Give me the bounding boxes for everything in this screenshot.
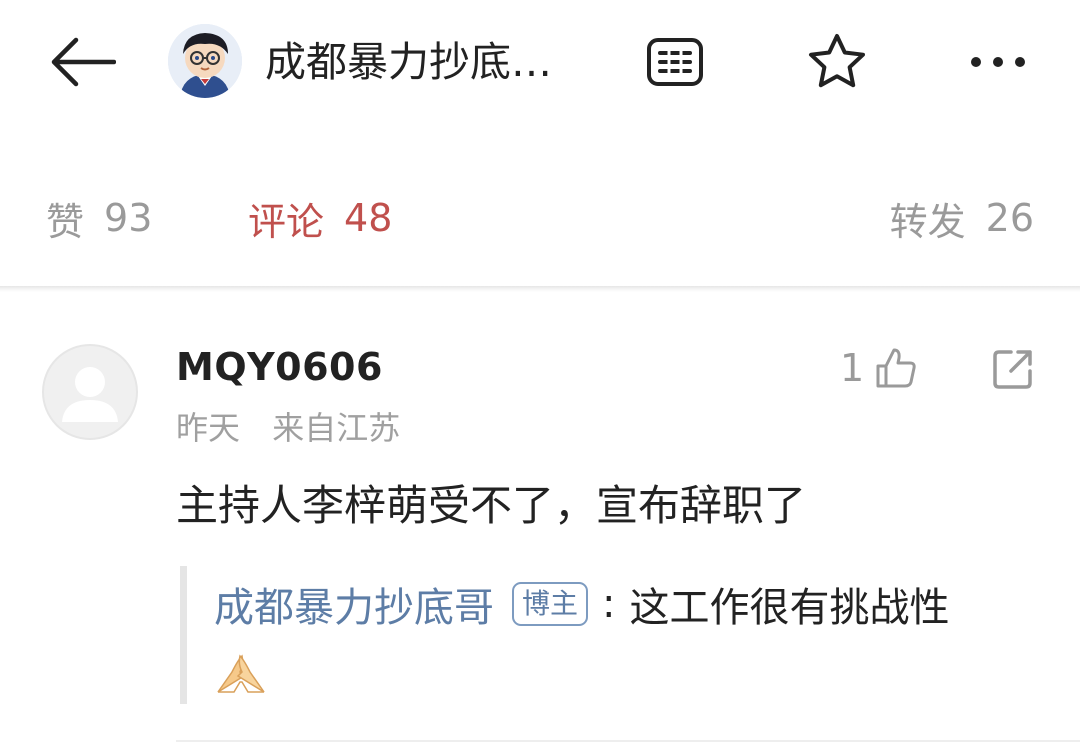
tab-likes[interactable]: 赞 93 — [46, 180, 152, 256]
blogger-badge: 博主 — [512, 582, 589, 626]
more-button[interactable] — [966, 30, 1030, 94]
comment-text: 主持人李梓萌受不了，宣布辞职了 — [176, 481, 807, 530]
comment-like-count: 1 — [840, 346, 865, 390]
commenter-avatar[interactable] — [42, 344, 138, 440]
page-title[interactable]: 成都暴力抄底… — [265, 36, 595, 88]
avatar-image — [168, 24, 242, 98]
comment-share-button[interactable] — [988, 344, 1038, 394]
reader-mode-button[interactable] — [643, 30, 707, 94]
pray-hands-icon — [217, 654, 265, 693]
pray-hands-emoji — [214, 652, 268, 696]
tab-reposts[interactable]: 转发 26 — [890, 180, 1034, 256]
tab-likes-count: 93 — [104, 196, 153, 240]
comment-divider — [176, 740, 1080, 742]
more-dots-icon — [971, 57, 1025, 67]
reply-author[interactable]: 成都暴力抄底哥 — [214, 575, 494, 633]
reply-text: 这工作很有挑战性 — [629, 585, 950, 631]
thumbs-up-icon — [876, 348, 916, 388]
reply-quote-bar — [180, 566, 187, 704]
share-external-icon — [993, 350, 1032, 389]
interaction-tabs: 赞 93 评论 48 转发 26 — [0, 180, 1080, 256]
commenter-username[interactable]: MQY0606 — [176, 342, 383, 392]
reader-mode-icon — [647, 38, 703, 86]
blogger-avatar[interactable] — [168, 24, 242, 98]
tab-comments-count: 48 — [344, 196, 393, 240]
reply-line: 成都暴力抄底哥 博主 : 这工作很有挑战性 — [214, 574, 950, 634]
back-button[interactable] — [50, 30, 122, 94]
section-divider — [0, 286, 1080, 292]
tab-comments[interactable]: 评论 48 — [248, 180, 392, 256]
comment-item: MQY0606 1 昨天 来自江苏 主持人李梓萌受不了，宣布辞职了 成都暴力抄底… — [0, 300, 1080, 751]
tab-comments-label: 评论 — [248, 199, 325, 244]
blogger-reply[interactable]: 成都暴力抄底哥 博主 : 这工作很有挑战性 — [180, 566, 1050, 706]
weibo-comment-screen: 成都暴力抄底… 赞 93 评论 48 转发 26 MQY0606 1 昨天 来自… — [0, 0, 1080, 751]
tab-likes-label: 赞 — [46, 199, 85, 244]
star-icon — [809, 34, 865, 88]
comment-meta: 昨天 来自江苏 — [176, 406, 400, 450]
default-user-icon — [62, 367, 118, 422]
tab-reposts-label: 转发 — [889, 199, 966, 244]
top-bar: 成都暴力抄底… — [0, 0, 1080, 130]
favorite-button[interactable] — [805, 30, 869, 94]
comment-time: 昨天 — [176, 409, 241, 447]
reply-separator: : — [602, 581, 616, 627]
comment-like-button[interactable]: 1 — [840, 340, 918, 396]
back-arrow-icon — [51, 37, 116, 87]
comment-location: 来自江苏 — [272, 409, 401, 447]
tab-reposts-count: 26 — [985, 196, 1034, 240]
